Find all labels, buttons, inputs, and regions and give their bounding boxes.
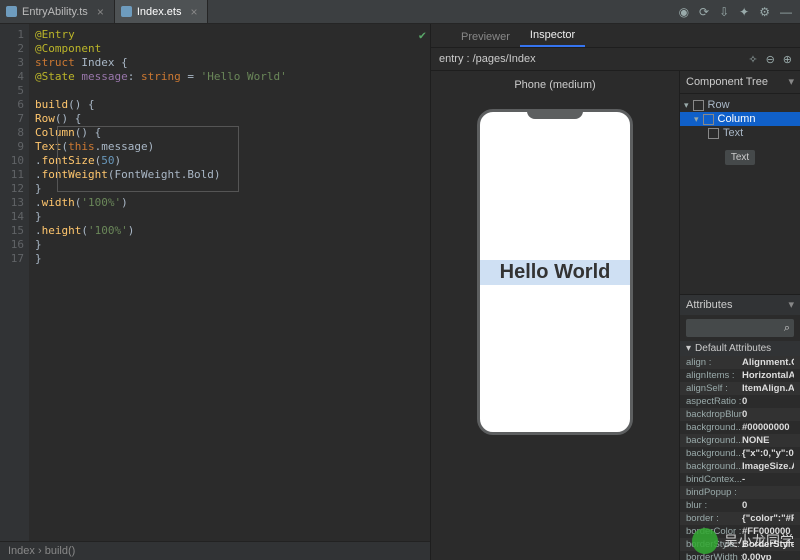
tree-badge: Text <box>725 150 755 165</box>
attr-key: background... : <box>686 422 742 433</box>
attributes-search[interactable]: ⌕ <box>686 319 794 337</box>
attr-row[interactable]: bindContex... :- <box>680 473 800 486</box>
tab-previewer[interactable]: Previewer <box>451 27 520 47</box>
attr-value: Alignment.Center <box>742 357 794 368</box>
attr-key: align : <box>686 357 742 368</box>
attr-value: HorizontalAlign.Cen... <box>742 370 794 381</box>
target-icon[interactable]: ✧ <box>748 53 757 66</box>
attr-key: alignItems : <box>686 370 742 381</box>
refresh-icon[interactable]: ⟳ <box>699 5 709 19</box>
breadcrumb[interactable]: Index › build() <box>0 541 430 560</box>
box-icon <box>693 100 704 111</box>
attr-key: border : <box>686 513 742 524</box>
attr-value: - <box>742 474 794 485</box>
box-icon <box>703 114 714 125</box>
chevron-down-icon[interactable]: ▾ <box>788 71 794 93</box>
tab-index[interactable]: Index.ets× <box>115 0 209 23</box>
default-attributes-header[interactable]: ▾Default Attributes <box>680 341 800 356</box>
attr-value: NONE <box>742 435 794 446</box>
attr-row[interactable]: background... :#00000000 <box>680 421 800 434</box>
attr-value: 0 <box>742 396 794 407</box>
zoomin-icon[interactable]: ⊕ <box>783 53 792 66</box>
editor-tabs: EntryAbility.ts× Index.ets× ◉ ⟳ ⇩ ✦ ⚙ — <box>0 0 800 24</box>
file-icon <box>6 6 17 17</box>
attr-row[interactable]: aspectRatio :0 <box>680 395 800 408</box>
tree-row[interactable]: ▾Row <box>680 98 800 112</box>
attr-row[interactable]: background... :NONE <box>680 434 800 447</box>
attr-value: {"color":"#FF000000","... <box>742 513 794 524</box>
attr-key: backdropBlur : <box>686 409 742 420</box>
minimize-icon[interactable]: — <box>780 5 792 19</box>
download-icon[interactable]: ⇩ <box>719 5 729 19</box>
attr-row[interactable]: align :Alignment.Center <box>680 356 800 369</box>
attr-value: 0 <box>742 500 794 511</box>
close-icon[interactable]: × <box>190 5 197 19</box>
attr-key: aspectRatio : <box>686 396 742 407</box>
attr-row[interactable]: border :{"color":"#FF000000","... <box>680 512 800 525</box>
inspector-header: entry : /pages/Index ✧ ⊖ ⊕ <box>431 48 800 71</box>
phone-label: Phone (medium) <box>514 71 595 109</box>
attr-value: #00000000 <box>742 422 794 433</box>
close-icon[interactable]: × <box>97 5 104 19</box>
tree-row[interactable]: Text <box>680 126 800 140</box>
phone-notch <box>527 109 583 119</box>
attr-row[interactable]: alignSelf :ItemAlign.Auto <box>680 382 800 395</box>
box-icon <box>708 128 719 139</box>
tab-inspector[interactable]: Inspector <box>520 25 585 47</box>
zoomout-icon[interactable]: ⊖ <box>766 53 775 66</box>
attr-key: bindContex... : <box>686 474 742 485</box>
attr-value: ItemAlign.Auto <box>742 383 794 394</box>
attr-value: ImageSize.Auto <box>742 461 794 472</box>
watermark: 吴小龙同学 <box>692 528 794 554</box>
attr-row[interactable]: background... :ImageSize.Auto <box>680 460 800 473</box>
attr-row[interactable]: backdropBlur :0 <box>680 408 800 421</box>
attr-key: background... : <box>686 435 742 446</box>
line-gutter: 1234 5678 9101112 13141516 17 <box>0 24 29 541</box>
tree-row[interactable]: ▾Column <box>680 112 800 126</box>
attr-key: blur : <box>686 500 742 511</box>
attr-row[interactable]: blur :0 <box>680 499 800 512</box>
phone-frame[interactable]: Hello World <box>477 109 633 435</box>
phone-preview: Phone (medium) Hello World <box>431 71 679 560</box>
file-icon <box>121 6 132 17</box>
attr-key: alignSelf : <box>686 383 742 394</box>
toolbar-icons: ◉ ⟳ ⇩ ✦ ⚙ — <box>679 0 800 23</box>
gear-icon[interactable]: ⚙ <box>759 5 770 19</box>
attr-key: background... : <box>686 448 742 459</box>
attr-key: background... : <box>686 461 742 472</box>
chevron-down-icon[interactable]: ▾ <box>788 295 794 315</box>
attr-value: 0 <box>742 409 794 420</box>
attributes-header[interactable]: Attributes▾ <box>680 295 800 315</box>
tab-entryability[interactable]: EntryAbility.ts× <box>0 0 115 23</box>
entry-path: entry : /pages/Index <box>439 53 536 65</box>
attr-row[interactable]: alignItems :HorizontalAlign.Cen... <box>680 369 800 382</box>
attr-key: bindPopup : <box>686 487 742 498</box>
hello-world-text[interactable]: Hello World <box>480 260 630 285</box>
component-tree: ▾Row ▾Column Text <box>680 94 800 144</box>
component-tree-header[interactable]: Component Tree▾ <box>680 71 800 94</box>
attr-row[interactable]: bindPopup : <box>680 486 800 499</box>
code-editor: 1234 5678 9101112 13141516 17 ✔ @Entry @… <box>0 24 431 560</box>
check-icon: ✔ <box>419 28 426 42</box>
attr-value: {"x":0,"y":0} <box>742 448 794 459</box>
wechat-icon <box>692 528 718 554</box>
attr-row[interactable]: background... :{"x":0,"y":0} <box>680 447 800 460</box>
wrench-icon[interactable]: ✦ <box>739 5 749 19</box>
previewer-tabs: Previewer Inspector <box>431 24 800 48</box>
eye-icon[interactable]: ◉ <box>679 5 689 19</box>
search-icon[interactable]: ⌕ <box>784 322 790 335</box>
code-area[interactable]: ✔ @Entry @Component struct Index { @Stat… <box>29 24 430 541</box>
